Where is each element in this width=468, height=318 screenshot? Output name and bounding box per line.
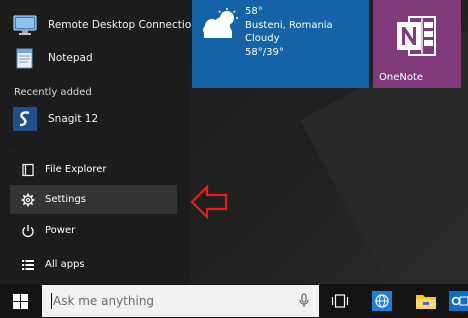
onenote-icon [397, 16, 436, 56]
weather-info: 58° Busteni, Romania Cloudy 58°/39° [245, 5, 333, 59]
onenote-tile[interactable]: OneNote [373, 0, 461, 88]
start-menu-screen: Remote Desktop Connection Notepad Recent… [0, 0, 468, 318]
left-arrow-annotation-icon [190, 184, 228, 220]
task-view-icon [331, 294, 349, 308]
remote-desktop-icon [12, 12, 38, 38]
cortana-search-box[interactable]: Ask me anything [42, 285, 319, 317]
partly-cloudy-icon [203, 8, 238, 38]
windows-logo-icon [13, 293, 28, 309]
nav-settings[interactable]: Settings [10, 185, 177, 214]
outlook-icon [449, 291, 468, 311]
task-view-button[interactable] [319, 284, 361, 318]
power-icon [20, 223, 36, 239]
all-apps-icon [20, 257, 36, 273]
nav-label-settings: Settings [45, 194, 87, 205]
nav-label-file-explorer: File Explorer [45, 164, 107, 175]
file-explorer-icon [20, 162, 36, 178]
taskbar-outlook-button[interactable] [448, 284, 468, 318]
edge-globe-icon [372, 291, 392, 311]
weather-temperature: 58° [245, 6, 263, 17]
taskbar-edge-button[interactable] [361, 284, 403, 318]
app-item-notepad[interactable]: Notepad [12, 43, 182, 73]
nav-all-apps[interactable]: All apps [10, 250, 177, 279]
nav-label-all-apps: All apps [45, 259, 85, 270]
snagit-icon [12, 106, 38, 132]
app-item-snagit[interactable]: Snagit 12 [12, 104, 182, 134]
recently-added-header: Recently added [14, 87, 92, 98]
taskbar: Ask me anything [0, 284, 468, 318]
weather-condition: Cloudy [245, 33, 280, 44]
folder-icon [416, 295, 436, 309]
app-label-remote-desktop: Remote Desktop Connection [48, 19, 198, 31]
notepad-icon [12, 45, 38, 71]
microphone-icon[interactable] [299, 293, 309, 309]
search-placeholder: Ask me anything [53, 294, 155, 308]
onenote-tile-label: OneNote [379, 72, 424, 83]
start-button[interactable] [0, 284, 41, 318]
text-cursor [51, 293, 52, 309]
app-label-snagit: Snagit 12 [48, 113, 99, 125]
gear-icon [20, 192, 36, 208]
weather-location: Busteni, Romania [245, 19, 333, 31]
weather-tile[interactable]: 58° Busteni, Romania Cloudy 58°/39° [192, 0, 369, 88]
nav-file-explorer[interactable]: File Explorer [10, 155, 177, 184]
taskbar-file-explorer-button[interactable] [405, 284, 447, 318]
nav-power[interactable]: Power [10, 216, 177, 245]
nav-label-power: Power [45, 225, 76, 236]
app-item-remote-desktop[interactable]: Remote Desktop Connection [12, 10, 198, 40]
app-label-notepad: Notepad [48, 52, 93, 64]
weather-hi-lo: 58°/39° [245, 46, 284, 58]
